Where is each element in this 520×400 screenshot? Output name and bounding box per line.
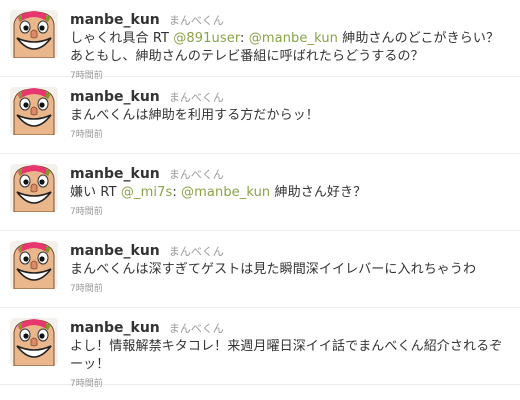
manbe-kun-face-icon xyxy=(10,10,58,58)
tweet-text-segment: 紳助さん好き？ xyxy=(270,185,367,200)
tweet: manbe_kun まんべくん まんべくんは紳助を利用する方だからッ！ 7時間前 xyxy=(0,77,520,154)
tweet-header: manbe_kun まんべくん xyxy=(70,241,512,261)
manbe-kun-face-icon xyxy=(10,164,58,212)
mention-link[interactable]: @manbe_kun xyxy=(249,31,338,46)
tweet-text: よし！情報解禁キタコレ！来週月曜日深イイ話でまんべくん紹介されるぞーッ！ xyxy=(70,338,512,374)
full-name: まんべくん xyxy=(168,91,224,104)
tweet: manbe_kun まんべくん まんべくんは深すぎてゲストは見た瞬間深イイレバー… xyxy=(0,231,520,308)
avatar[interactable] xyxy=(10,164,58,212)
timestamp-link[interactable]: 7時間前 xyxy=(70,281,512,294)
tweet-text: まんべくんは深すぎてゲストは見た瞬間深イイレバーに入れちゃうわ xyxy=(70,261,512,279)
avatar[interactable] xyxy=(10,10,58,58)
tweet-text-segment: 嫌い RT xyxy=(70,185,121,200)
screen-name-link[interactable]: manbe_kun xyxy=(70,320,160,336)
mention-link[interactable]: @891user xyxy=(173,31,240,46)
timestamp-link[interactable]: 7時間前 xyxy=(70,204,512,217)
tweet-header: manbe_kun まんべくん xyxy=(70,164,512,184)
tweet-text-segment: しゃくれ具合 RT xyxy=(70,31,174,46)
tweet-content: manbe_kun まんべくん しゃくれ具合 RT @891user: @man… xyxy=(70,10,512,81)
screen-name-link[interactable]: manbe_kun xyxy=(70,166,160,182)
tweet-feed: manbe_kun まんべくん しゃくれ具合 RT @891user: @man… xyxy=(0,0,520,400)
timestamp-link[interactable]: 7時間前 xyxy=(70,376,512,389)
tweet-content: manbe_kun まんべくん まんべくんは紳助を利用する方だからッ！ 7時間前 xyxy=(70,87,512,140)
mention-link[interactable]: @manbe_kun xyxy=(181,185,270,200)
avatar[interactable] xyxy=(10,87,58,135)
tweet: manbe_kun まんべくん 嫌い RT @_mi7s: @manbe_kun… xyxy=(0,154,520,231)
tweet-text-segment: よし！情報解禁キタコレ！来週月曜日深イイ話でまんべくん紹介されるぞーッ！ xyxy=(70,339,503,372)
full-name: まんべくん xyxy=(168,14,224,27)
tweet-content: manbe_kun まんべくん よし！情報解禁キタコレ！来週月曜日深イイ話でまん… xyxy=(70,318,512,389)
screen-name-link[interactable]: manbe_kun xyxy=(70,12,160,28)
tweet-text-segment: まんべくんは深すぎてゲストは見た瞬間深イイレバーに入れちゃうわ xyxy=(70,262,477,277)
tweet-text: しゃくれ具合 RT @891user: @manbe_kun 紳助さんのどこがき… xyxy=(70,30,512,66)
full-name: まんべくん xyxy=(168,322,224,335)
tweet-text-segment: : xyxy=(172,185,182,200)
tweet: manbe_kun まんべくん しゃくれ具合 RT @891user: @man… xyxy=(0,0,520,81)
avatar[interactable] xyxy=(10,318,58,366)
tweet-text: 嫌い RT @_mi7s: @manbe_kun 紳助さん好き？ xyxy=(70,184,512,202)
tweet-text-segment: まんべくんは紳助を利用する方だからッ！ xyxy=(70,108,319,123)
tweet-content: manbe_kun まんべくん まんべくんは深すぎてゲストは見た瞬間深イイレバー… xyxy=(70,241,512,294)
screen-name-link[interactable]: manbe_kun xyxy=(70,243,160,259)
mention-link[interactable]: @_mi7s xyxy=(121,185,172,200)
timestamp-link[interactable]: 7時間前 xyxy=(70,127,512,140)
full-name: まんべくん xyxy=(168,168,224,181)
full-name: まんべくん xyxy=(168,245,224,258)
tweet: manbe_kun まんべくん よし！情報解禁キタコレ！来週月曜日深イイ話でまん… xyxy=(0,308,520,389)
tweet-text: まんべくんは紳助を利用する方だからッ！ xyxy=(70,107,512,125)
tweet-header: manbe_kun まんべくん xyxy=(70,318,512,338)
screen-name-link[interactable]: manbe_kun xyxy=(70,89,160,105)
tweet-header: manbe_kun まんべくん xyxy=(70,10,512,30)
manbe-kun-face-icon xyxy=(10,87,58,135)
manbe-kun-face-icon xyxy=(10,318,58,366)
tweet-content: manbe_kun まんべくん 嫌い RT @_mi7s: @manbe_kun… xyxy=(70,164,512,217)
avatar[interactable] xyxy=(10,241,58,289)
tweet-header: manbe_kun まんべくん xyxy=(70,87,512,107)
manbe-kun-face-icon xyxy=(10,241,58,289)
tweet-text-segment: : xyxy=(240,31,249,46)
